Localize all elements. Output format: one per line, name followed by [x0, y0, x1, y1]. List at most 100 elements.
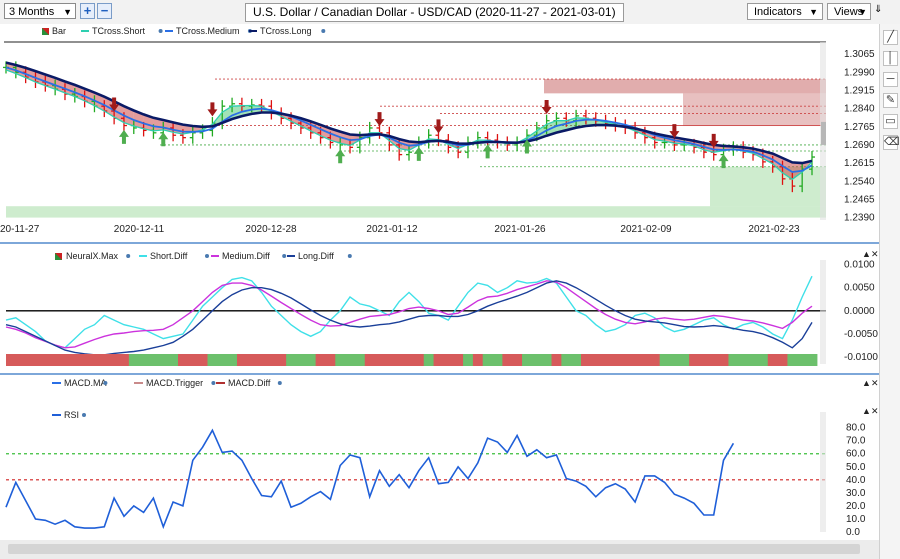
neuralx-signal-cell — [531, 354, 543, 366]
neuralx-signal-cell — [207, 354, 218, 366]
minus-icon: − — [100, 3, 109, 18]
legend-dot-icon — [82, 413, 86, 417]
neuralx-signal-cell — [187, 354, 199, 366]
legend-dot-icon — [347, 254, 352, 258]
osc-tick-label: 40.0 — [846, 475, 866, 486]
neuralx-tick-label: 0.0100 — [844, 260, 875, 271]
neuralx-signal-cell — [89, 354, 100, 366]
line-tool-icon[interactable]: ╱ — [883, 30, 898, 45]
support-zone-base — [6, 206, 826, 218]
legend-label: TCross.Short — [92, 26, 146, 36]
zoom-in-button[interactable]: + — [80, 3, 95, 19]
neuralx-signal-cell — [60, 354, 71, 366]
legend-label: TCross.Long — [260, 26, 312, 36]
neuralx-tick-label: -0.0050 — [844, 329, 878, 340]
resistance-zone-lower — [683, 93, 826, 127]
legend-dot-icon — [277, 381, 282, 385]
chevron-down-icon: ▼ — [858, 7, 867, 17]
close-icon: ✕ — [871, 249, 879, 259]
neuralx-signal-cell — [394, 354, 405, 366]
osc-tick-label: 10.0 — [846, 514, 866, 525]
neuralx-signal-cell — [443, 354, 454, 366]
osc-tick-label: 80.0 — [846, 423, 866, 434]
legend-label: RSI — [64, 410, 79, 420]
neuralx-signal-cell — [610, 354, 621, 366]
price-tick-label: 1.2690 — [844, 140, 875, 151]
neuralx-signal-cell — [757, 354, 769, 366]
neuralx-signal-cell — [522, 354, 533, 366]
legend-label: MACD.Trigger — [146, 378, 203, 388]
neuralx-tick-label: -0.0100 — [844, 352, 878, 363]
neuralx-signal-cell — [718, 354, 729, 366]
neuralx-signal-cell — [728, 354, 739, 366]
legend-dot-icon — [321, 29, 326, 33]
neuralx-signal-cell — [266, 354, 277, 366]
legend-dot-icon — [211, 381, 216, 385]
osc-tick-label: 50.0 — [846, 462, 866, 473]
neuralx-signal-cell — [50, 354, 61, 366]
neuralx-signal-cell — [423, 354, 435, 366]
neuralx-signal-cell — [374, 354, 385, 366]
neuralx-signal-cell — [767, 354, 779, 366]
neuralx-medium-diff-line — [5, 280, 813, 349]
neuralx-signal-cell — [335, 354, 346, 366]
neuralx-signal-cell — [649, 354, 661, 366]
drawing-tools-strip: ╱ │ ─ ✎ ▭ ⌫ — [879, 24, 900, 559]
indicators-label: Indicators — [754, 6, 802, 18]
period-value: 3 Months — [9, 6, 55, 18]
neuralx-scroll-strip — [820, 260, 826, 364]
neuralx-signal-cell — [384, 354, 395, 366]
neuralx-signal-cell — [325, 354, 336, 366]
neuralx-signal-cell — [197, 354, 208, 366]
brush-tool-icon[interactable]: ✎ — [883, 93, 898, 108]
support-zone-recent — [710, 166, 826, 207]
osc-tick-label: 20.0 — [846, 501, 866, 512]
price-tick-label: 1.2540 — [844, 176, 875, 187]
neuralx-signal-cell — [561, 354, 572, 366]
legend-label: NeuralX.Max — [66, 251, 119, 261]
chevron-down-icon: ▼ — [809, 7, 818, 17]
neuralx-signal-cell — [807, 354, 818, 366]
legend-dot-icon — [103, 381, 108, 385]
rsi-line — [5, 428, 735, 530]
indicators-button[interactable]: Indicators ▼ — [747, 3, 823, 20]
neuralx-signal-cell — [748, 354, 759, 366]
neuralx-signal-cell — [79, 354, 91, 366]
resistance-zone-upper — [544, 79, 826, 94]
neuralx-signal-cell — [708, 354, 720, 366]
x-tick-label: 2020-12-11 — [114, 224, 165, 235]
neuralx-signal-cell — [109, 354, 120, 366]
toolbar: 3 Months ▼ + − U.S. Dollar / Canadian Do… — [0, 0, 900, 25]
legend-label: MACD.MA — [64, 378, 107, 388]
legend-label: Long.Diff — [298, 251, 334, 261]
horizontal-line-icon[interactable]: ─ — [883, 72, 898, 87]
neuralx-signal-cell — [492, 354, 503, 366]
pin-icon[interactable]: ⇓ — [874, 4, 882, 15]
neuralx-signal-cell — [168, 354, 179, 366]
chart-canvas[interactable]: 1.3065 1.2990 1.2915 1.2840 1.2765 1.2690 1.26… — [0, 24, 879, 559]
neuralx-signal-cell — [295, 354, 307, 366]
neuralx-signal-cell — [404, 354, 415, 366]
collapse-icon: ▲ — [862, 406, 871, 416]
period-select[interactable]: 3 Months ▼ — [4, 3, 76, 19]
neuralx-signal-cell — [738, 354, 749, 366]
price-tick-label: 1.2840 — [844, 104, 875, 115]
neuralx-signal-cell — [138, 354, 150, 366]
neuralx-signal-cell — [227, 354, 238, 366]
vertical-line-icon[interactable]: │ — [883, 51, 898, 66]
neuralx-signal-cell — [787, 354, 798, 366]
x-tick-label: 2021-02-09 — [620, 224, 672, 235]
neuralx-signal-cell — [659, 354, 670, 366]
rectangle-tool-icon[interactable]: ▭ — [883, 114, 898, 129]
eraser-tool-icon[interactable]: ⌫ — [883, 135, 900, 150]
legend-dot-icon — [205, 254, 209, 258]
neuralx-signal-cell — [777, 354, 788, 366]
zoom-out-button[interactable]: − — [97, 3, 112, 19]
x-tick-label: 2021-01-12 — [366, 224, 418, 235]
neuralx-signal-cell — [128, 354, 140, 366]
close-icon: ✕ — [871, 378, 879, 388]
neuralx-signal-cell — [246, 354, 258, 366]
views-button[interactable]: Views ▼ — [827, 3, 871, 20]
price-tick-label: 1.2990 — [844, 67, 875, 78]
x-tick-label: 2021-01-26 — [494, 224, 546, 235]
